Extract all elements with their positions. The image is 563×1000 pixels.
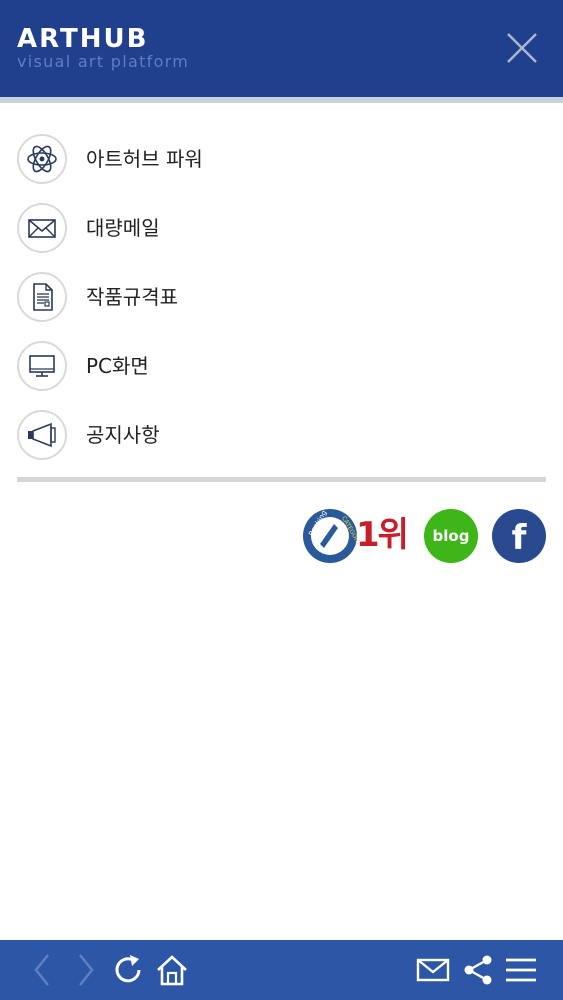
logo-tagline: visual art platform xyxy=(17,52,190,71)
close-button[interactable] xyxy=(502,28,542,68)
close-icon xyxy=(507,33,537,63)
menu-icon-circle xyxy=(17,272,67,322)
menu-item-arthub-power[interactable]: 아트허브 파워 xyxy=(0,126,563,192)
share-icon xyxy=(464,955,492,985)
menu-icon-circle xyxy=(17,203,67,253)
menu-label: 작품규격표 xyxy=(86,285,178,309)
back-arrow-icon xyxy=(34,954,49,986)
ranking-badge[interactable]: Ranking CATEGORY 1위 xyxy=(302,508,410,564)
document-icon xyxy=(33,283,53,311)
mail-icon xyxy=(416,958,450,982)
menu-item-notice[interactable]: 공지사항 xyxy=(0,402,563,468)
blog-label: blog xyxy=(432,527,470,545)
home-button[interactable] xyxy=(152,950,192,990)
mail-button[interactable] xyxy=(413,950,453,990)
menu-icon xyxy=(506,958,536,982)
home-icon xyxy=(157,955,187,986)
menu-label: 아트허브 파워 xyxy=(86,147,203,171)
envelope-icon xyxy=(28,219,56,238)
blog-button[interactable]: blog xyxy=(424,508,480,564)
menu-button[interactable] xyxy=(501,950,541,990)
refresh-icon xyxy=(115,955,141,983)
refresh-button[interactable] xyxy=(108,950,148,990)
menu-label: 대량메일 xyxy=(86,216,160,240)
browser-bottom-bar xyxy=(0,940,563,1000)
ranking-seal-icon: Ranking CATEGORY xyxy=(303,509,358,563)
ranking-badge-text: 1위 xyxy=(356,515,409,555)
menu-item-bulk-mail[interactable]: 대량메일 xyxy=(0,195,563,261)
menu-item-pc-screen[interactable]: PC화면 xyxy=(0,333,563,399)
share-button[interactable] xyxy=(458,950,498,990)
facebook-button[interactable]: f xyxy=(492,508,548,564)
logo[interactable]: ARTHUB xyxy=(17,25,148,53)
blog-icon: blog xyxy=(424,509,478,563)
facebook-label: f xyxy=(511,518,527,558)
header-divider xyxy=(0,97,563,103)
facebook-icon: f xyxy=(492,509,546,563)
back-button[interactable] xyxy=(23,950,63,990)
menu-divider xyxy=(17,477,546,482)
forward-arrow-icon xyxy=(79,954,94,986)
atom-icon xyxy=(27,145,57,173)
menu-item-artwork-size-chart[interactable]: 작품규격표 xyxy=(0,264,563,330)
menu-icon-circle xyxy=(17,134,67,184)
menu-icon-circle xyxy=(17,410,67,460)
forward-button[interactable] xyxy=(65,950,105,990)
app-header: ARTHUB visual art platform xyxy=(0,0,563,97)
menu-label: 공지사항 xyxy=(86,423,160,447)
monitor-icon xyxy=(29,355,55,377)
menu-icon-circle xyxy=(17,341,67,391)
megaphone-icon xyxy=(28,422,56,448)
menu-label: PC화면 xyxy=(86,354,149,378)
